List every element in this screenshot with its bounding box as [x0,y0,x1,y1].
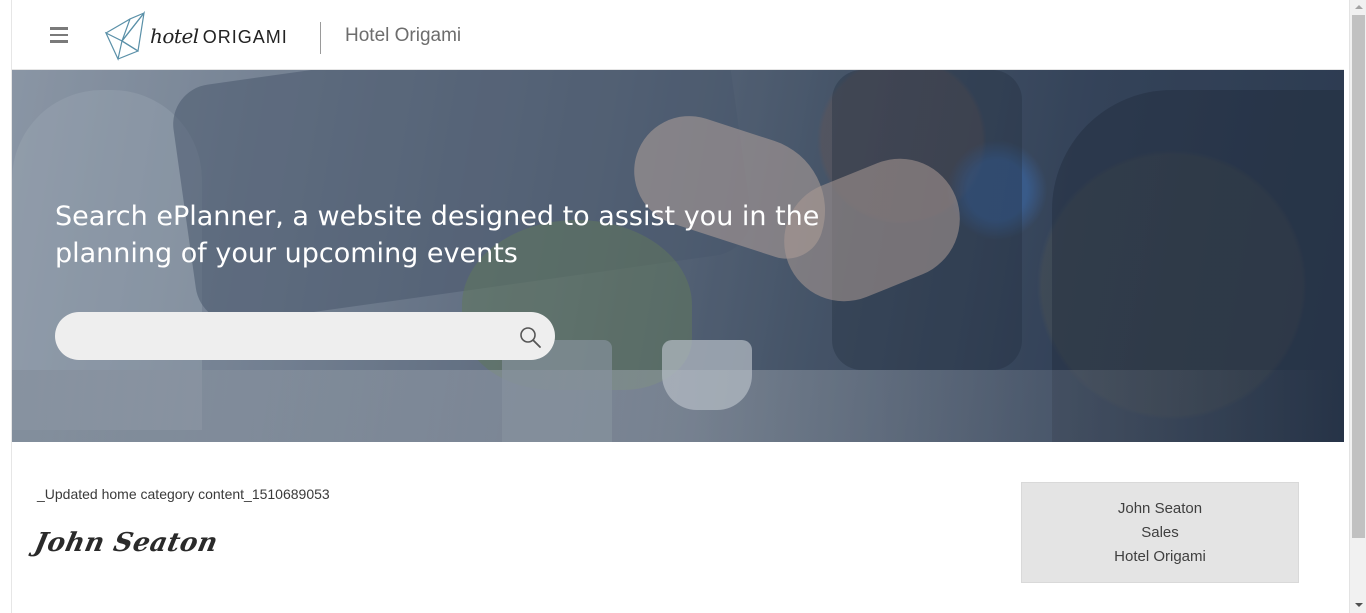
vertical-scrollbar[interactable] [1349,0,1366,613]
contact-department: Sales [1141,524,1179,541]
hamburger-icon-line [50,27,68,30]
origami-bird-logo-icon [104,11,145,61]
search-icon[interactable] [518,325,542,349]
home-category-content: _Updated home category content_151068905… [37,486,330,502]
hamburger-menu-button[interactable] [50,27,72,47]
contact-card: John Seaton Sales Hotel Origami [1021,482,1299,583]
scroll-up-arrow-icon[interactable] [1350,0,1366,15]
hamburger-icon-line [50,40,68,43]
hamburger-icon-line [50,33,68,36]
signature: John Seaton [31,528,221,558]
logo-word-hotel: hotel [150,24,199,48]
logo-word-origami: ORIGAMI [202,27,288,47]
contact-name: John Seaton [1117,500,1203,517]
search-bar [55,312,555,360]
header-divider [320,22,321,54]
hotel-origami-logo[interactable]: hotel ORIGAMI [104,10,294,62]
contact-company: Hotel Origami [1114,548,1206,565]
site-header: hotel ORIGAMI Hotel Origami [12,0,1344,70]
page: hotel ORIGAMI Hotel Origami Search ePlann… [12,0,1344,613]
left-gutter [0,0,12,613]
scroll-down-arrow-icon[interactable] [1350,598,1366,613]
hero-heading: Search ePlanner, a website designed to a… [55,201,820,269]
scroll-thumb[interactable] [1352,15,1365,538]
search-input[interactable] [75,312,505,360]
header-title: Hotel Origami [345,25,462,46]
logo-wordmark: hotel ORIGAMI [150,24,288,48]
hero-banner: Search ePlanner, a website designed to a… [12,70,1344,442]
